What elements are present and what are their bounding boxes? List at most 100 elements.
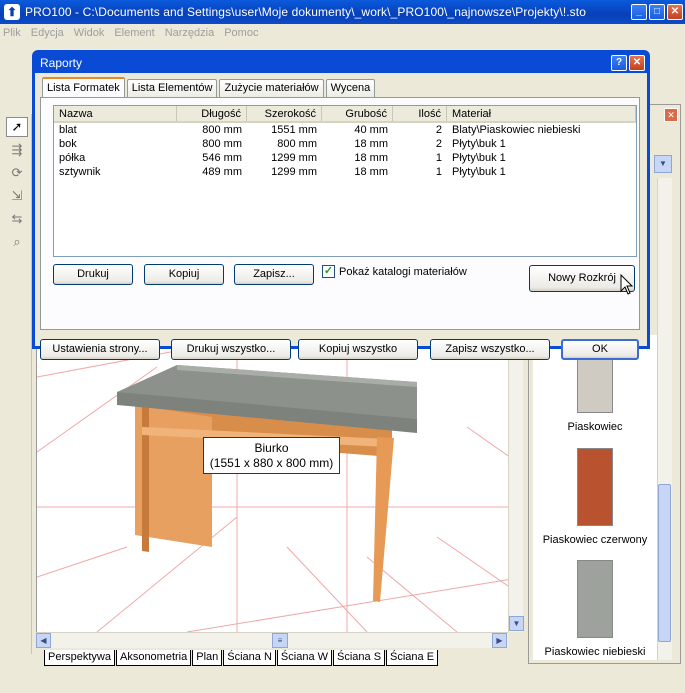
viewport-vertical-scrollbar[interactable]: ▲ ▼ (508, 330, 524, 632)
dialog-close-button[interactable]: ✕ (629, 55, 645, 71)
cell-material: Płyty\buk 1 (452, 166, 506, 178)
scroll-left-icon[interactable]: ◀ (36, 633, 51, 648)
view-tabs: Perspektywa Aksonometria Plan Ściana N Ś… (44, 650, 439, 666)
material-label: Piaskowiec czerwony (542, 534, 648, 546)
print-button[interactable]: Drukuj (53, 264, 133, 285)
reports-dialog: Raporty ? ✕ Lista Formatek Lista Element… (32, 50, 650, 360)
move-icon[interactable]: ⇶ (6, 140, 28, 160)
menu-pomoc[interactable]: Pomoc (224, 27, 258, 39)
dialog-title: Raporty (40, 56, 83, 70)
tab-lista-elementow[interactable]: Lista Elementów (126, 79, 218, 97)
cell-width: 800 mm (277, 138, 317, 150)
column-header[interactable]: Grubość (322, 106, 393, 121)
column-header[interactable]: Długość (177, 106, 247, 121)
window-title: PRO100 - C:\Documents and Settings\user\… (25, 5, 586, 19)
page-setup-button[interactable]: Ustawienia strony... (40, 339, 160, 360)
tab-lista-formatek[interactable]: Lista Formatek (42, 77, 125, 97)
dialog-title-bar: Raporty ? ✕ (35, 53, 647, 73)
tab-plan[interactable]: Plan (192, 650, 223, 666)
column-header[interactable]: Materiał (447, 106, 636, 121)
resize-icon[interactable]: ⇲ (6, 186, 28, 206)
table-row[interactable]: blat 800 mm 1551 mm 40 mm 2 Blaty\Piasko… (54, 123, 636, 137)
scroll-thumb[interactable]: ≡ (272, 633, 288, 648)
menu-narzedzia[interactable]: Narzędzia (165, 27, 215, 39)
material-label: Piaskowiec (567, 421, 623, 433)
cell-length: 800 mm (202, 138, 242, 150)
cell-length: 546 mm (202, 152, 242, 164)
cell-name: sztywnik (59, 166, 101, 178)
show-catalogs-label: Pokaż katalogi materiałów (339, 265, 467, 278)
minimize-button[interactable]: _ (631, 4, 647, 20)
close-button[interactable]: ✕ (667, 4, 683, 20)
rotate-icon[interactable]: ⟳ (6, 163, 28, 183)
parts-list[interactable]: Nazwa Długość Szerokość Grubość Ilość Ma… (53, 105, 637, 257)
cell-thickness: 40 mm (354, 124, 388, 136)
column-header[interactable]: Szerokość (247, 106, 322, 121)
menu-edycja[interactable]: Edycja (31, 27, 64, 39)
print-all-button[interactable]: Drukuj wszystko... (171, 339, 291, 360)
materials-scroll-thumb[interactable] (658, 484, 671, 642)
menu-plik[interactable]: Plik (3, 27, 21, 39)
cell-material: Blaty\Piaskowiec niebieski (452, 124, 581, 136)
cell-width: 1299 mm (271, 166, 317, 178)
copy-all-button[interactable]: Kopiuj wszystko (298, 339, 418, 360)
save-button[interactable]: Zapisz... (234, 264, 314, 285)
column-header[interactable]: Nazwa (54, 106, 177, 121)
material-piaskowiec-czerwony[interactable]: Piaskowiec czerwony (533, 448, 657, 546)
menu-widok[interactable]: Widok (74, 27, 105, 39)
tab-panel: Nazwa Długość Szerokość Grubość Ilość Ma… (40, 97, 640, 330)
save-all-button[interactable]: Zapisz wszystko... (430, 339, 550, 360)
cell-name: bok (59, 138, 77, 150)
material-swatch (577, 560, 613, 638)
select-arrow-icon[interactable]: ➚ (6, 117, 28, 137)
list-header: Nazwa Długość Szerokość Grubość Ilość Ma… (54, 106, 636, 123)
tab-sciana-w[interactable]: Ściana W (276, 650, 332, 666)
ok-button[interactable]: OK (561, 339, 639, 360)
cell-length: 489 mm (202, 166, 242, 178)
tab-wycena[interactable]: Wycena (325, 79, 376, 97)
table-row[interactable]: półka 546 mm 1299 mm 18 mm 1 Płyty\buk 1 (54, 151, 636, 165)
scroll-right-icon[interactable]: ▶ (492, 633, 507, 648)
tab-aksonometria[interactable]: Aksonometria (115, 650, 192, 666)
tooltip-dimensions: (1551 x 880 x 800 mm) (209, 456, 334, 470)
tab-sciana-s[interactable]: Ściana S (333, 650, 386, 666)
report-tabs: Lista Formatek Lista Elementów Zużycie m… (42, 77, 377, 97)
table-row[interactable]: sztywnik 489 mm 1299 mm 18 mm 1 Płyty\bu… (54, 165, 636, 179)
align-icon[interactable]: ⇆ (6, 209, 28, 229)
object-tooltip: Biurko (1551 x 880 x 800 mm) (203, 437, 340, 474)
zoom-icon[interactable]: ⌕ (6, 232, 28, 252)
mouse-cursor-icon (620, 274, 634, 295)
help-button[interactable]: ? (611, 55, 627, 71)
column-header[interactable]: Ilość (393, 106, 447, 121)
copy-button[interactable]: Kopiuj (144, 264, 224, 285)
material-label: Piaskowiec niebieski (544, 646, 646, 658)
cell-width: 1551 mm (271, 124, 317, 136)
menu-bar: Plik Edycja Widok Element Narzędzia Pomo… (0, 24, 685, 42)
cell-width: 1299 mm (271, 152, 317, 164)
cell-material: Płyty\buk 1 (452, 152, 506, 164)
material-piaskowiec-niebieski[interactable]: Piaskowiec niebieski (533, 560, 657, 658)
panel-close-icon[interactable]: ✕ (664, 108, 678, 122)
cell-length: 800 mm (202, 124, 242, 136)
catalog-dropdown-icon[interactable]: ▼ (654, 155, 672, 173)
cell-name: półka (59, 152, 86, 164)
tab-zuzycie-materialow[interactable]: Zużycie materiałów (219, 79, 324, 97)
cell-quantity: 1 (435, 152, 442, 164)
tab-sciana-e[interactable]: Ściana E (386, 650, 439, 666)
checkbox-tick-icon[interactable]: ✓ (322, 265, 335, 278)
dialog-body: Lista Formatek Lista Elementów Zużycie m… (35, 73, 647, 360)
cell-name: blat (59, 124, 77, 136)
tooltip-title: Biurko (254, 441, 289, 455)
viewport-horizontal-scrollbar[interactable]: ◀ ≡ ▶ (36, 632, 508, 648)
perspective-viewport[interactable] (36, 347, 523, 632)
tab-sciana-n[interactable]: Ściana N (223, 650, 276, 666)
menu-element[interactable]: Element (114, 27, 154, 39)
scroll-down-icon[interactable]: ▼ (509, 616, 524, 631)
table-row[interactable]: bok 800 mm 800 mm 18 mm 2 Płyty\buk 1 (54, 137, 636, 151)
maximize-button[interactable]: □ (649, 4, 665, 20)
material-swatch (577, 448, 613, 526)
app-icon[interactable]: ⬆ (4, 4, 20, 20)
show-catalogs-checkbox[interactable]: ✓ Pokaż katalogi materiałów (322, 265, 467, 278)
cell-thickness: 18 mm (354, 138, 388, 150)
tab-perspektywa[interactable]: Perspektywa (44, 650, 115, 666)
